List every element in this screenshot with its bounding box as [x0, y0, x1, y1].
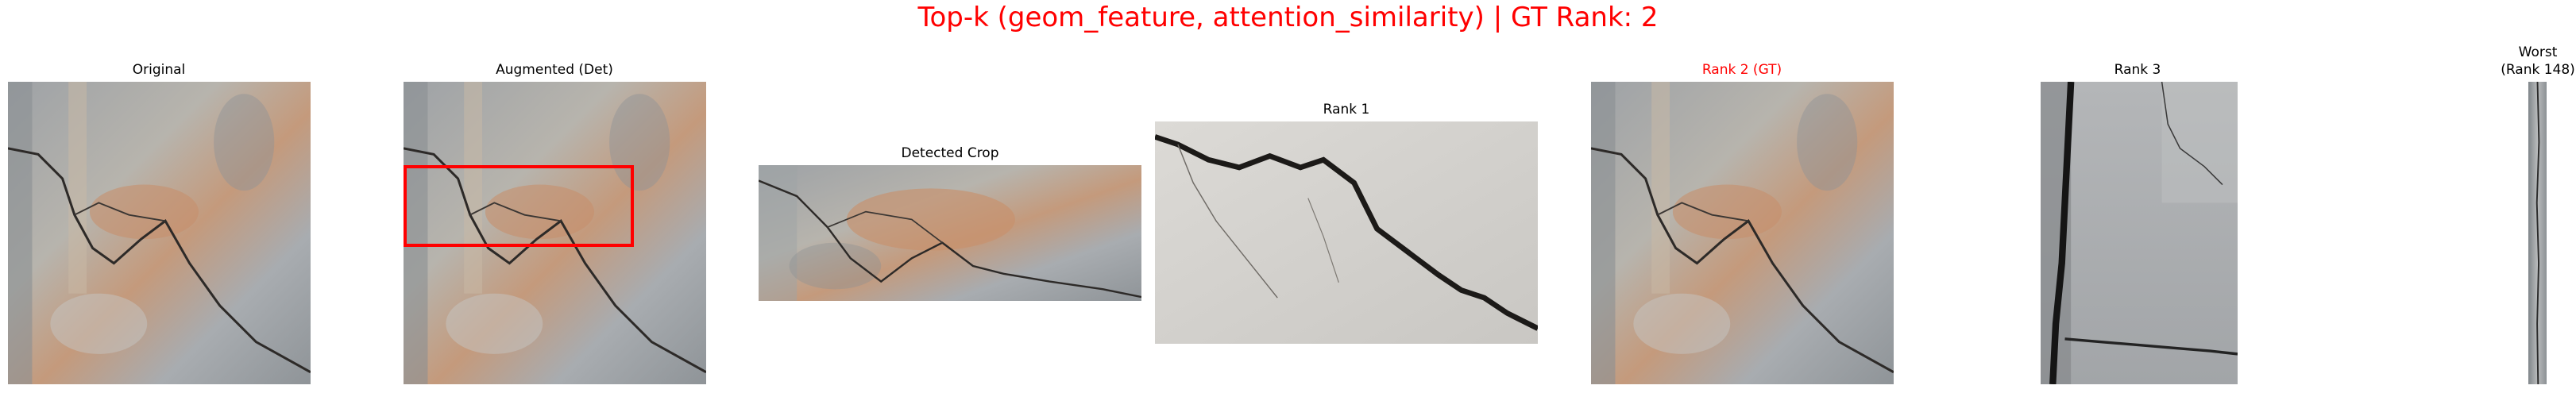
- panel-title-worst: Worst: [2518, 44, 2558, 60]
- panel-title-rank-1: Rank 1: [1323, 102, 1370, 118]
- rank-3-image: [2041, 82, 2238, 384]
- panel-title-rank-2-gt: Rank 2 (GT): [1701, 62, 1782, 78]
- worst-image: [2528, 82, 2547, 384]
- rank-1-image: [1155, 121, 1538, 344]
- panel-title-original: Original: [132, 62, 186, 78]
- detection-box: [404, 165, 634, 247]
- augmented-image: [404, 82, 706, 384]
- original-image: [8, 82, 311, 384]
- detected-crop-image: [759, 165, 1141, 301]
- panel-title-detected-crop: Detected Crop: [901, 145, 999, 161]
- figure-title: Top-k (geom_feature, attention_similarit…: [917, 2, 1659, 33]
- panel-title-worst-rank: (Rank 148): [2501, 62, 2575, 78]
- rank-2-image: [1591, 82, 1894, 384]
- panel-title-rank-3: Rank 3: [2114, 62, 2161, 78]
- panel-title-augmented: Augmented (Det): [496, 62, 613, 78]
